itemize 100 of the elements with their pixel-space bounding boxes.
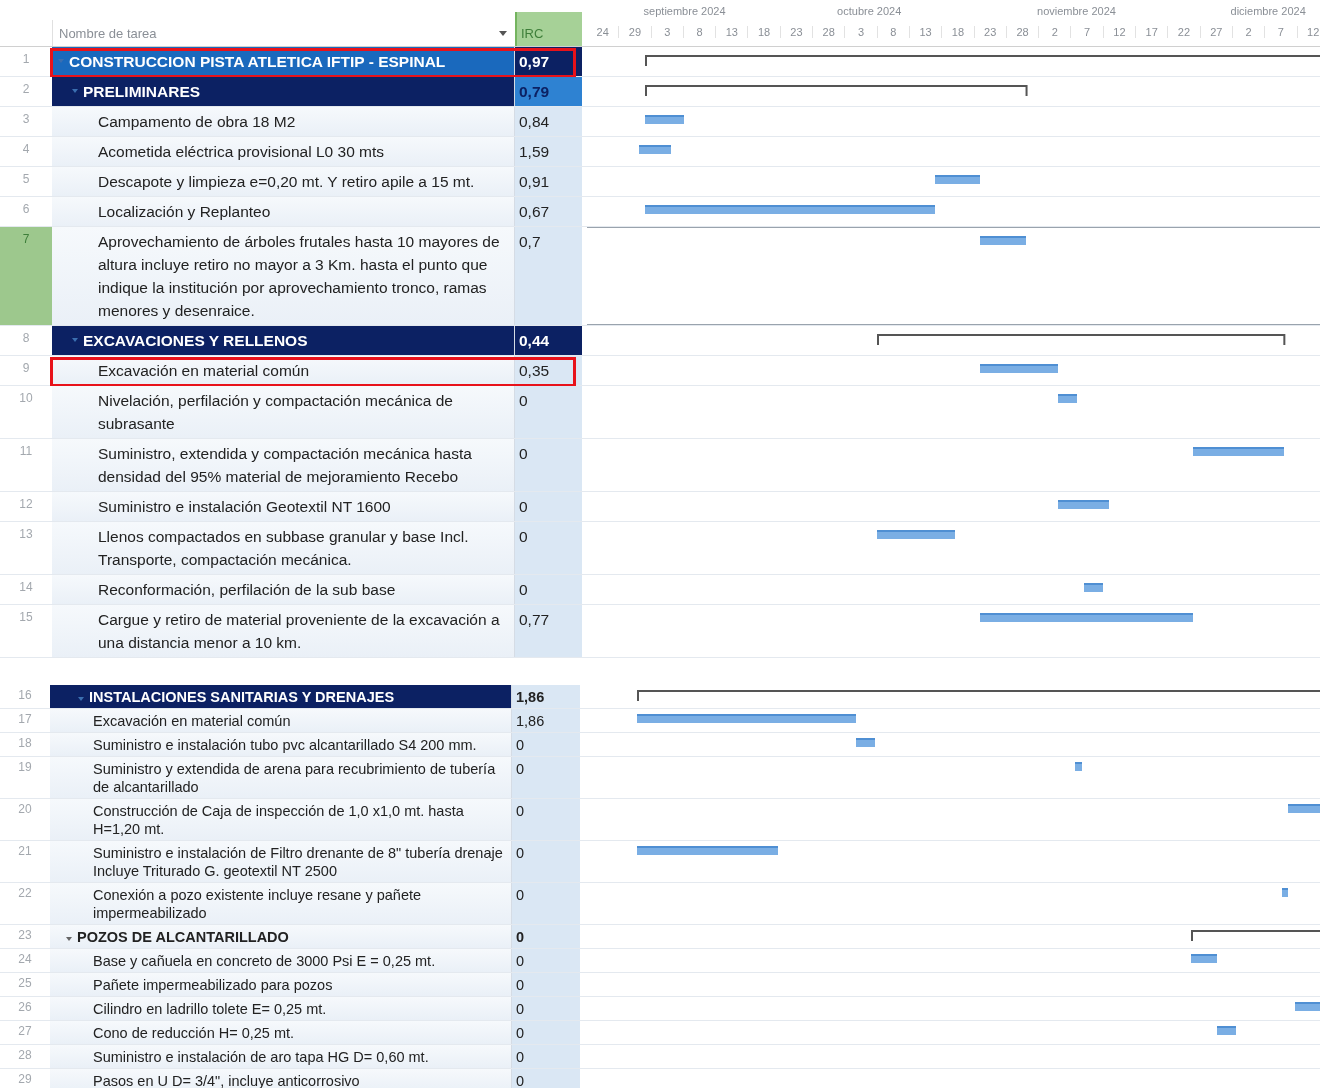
day-label: 24	[587, 26, 620, 38]
task-name: Suministro e instalación tubo pvc alcantarillado S4 200 mm.	[93, 736, 477, 754]
irc-value: 0,91	[515, 167, 582, 196]
irc-value: 1,86	[512, 685, 580, 708]
irc-value: 0	[512, 925, 580, 948]
irc-value: 0	[512, 841, 580, 882]
day-label: 18	[942, 26, 975, 38]
task-name: Descapote y limpieza e=0,20 mt. Y retiro apile a 15 mt.	[98, 172, 475, 192]
irc-value: 0	[512, 973, 580, 996]
irc-value: 0,44	[515, 326, 582, 355]
day-label: 27	[1200, 26, 1233, 38]
irc-value: 0	[515, 522, 582, 574]
irc-value: 0,79	[515, 77, 582, 106]
day-label: 29	[619, 26, 652, 38]
irc-value: 0,7	[515, 227, 582, 325]
task-name: Base y cañuela en concreto de 3000 Psi E = 0,25 mt.	[93, 952, 436, 970]
task-name: Acometida eléctrica provisional L0 30 mts	[98, 142, 385, 162]
day-label: 3	[845, 26, 878, 38]
task-name: Pañete impermeabilizado para pozos	[93, 976, 333, 994]
day-label: 22	[1168, 26, 1201, 38]
irc-value: 1,59	[515, 137, 582, 166]
task-name: Localización y Replanteo	[98, 202, 271, 222]
task-bar	[1217, 1026, 1237, 1035]
collapse-icon[interactable]	[72, 338, 78, 342]
month-label: octubre 2024	[837, 5, 902, 17]
task-name: Excavación en material común	[93, 712, 291, 730]
task-name: EXCAVACIONES Y RELLENOS	[83, 331, 308, 351]
day-label: 12	[1297, 26, 1320, 38]
task-name: Nivelación, perfilación y compactación mecánica de subrasante	[98, 391, 454, 434]
task-name: Cono de reducción H= 0,25 mt.	[93, 1024, 295, 1042]
irc-value: 0	[512, 949, 580, 972]
day-label: 18	[748, 26, 781, 38]
task-bar	[1075, 762, 1082, 771]
day-label: 2	[1232, 26, 1266, 38]
task-name: Llenos compactados en subbase granular y base Incl. Transporte, compactación mecánica.	[98, 527, 470, 570]
task-name: Conexión a pozo existente incluye resane y pañete impermeabilizado	[93, 886, 423, 922]
task-bar	[1057, 394, 1078, 403]
task-bar	[935, 175, 981, 184]
task-name: PRELIMINARES	[83, 82, 201, 102]
day-label: 3	[651, 26, 684, 38]
irc-value: 0	[515, 492, 582, 521]
irc-value: 0	[512, 757, 580, 798]
day-label: 12	[1103, 26, 1137, 38]
task-name: Construcción de Caja de inspección de 1,0 x1,0 mt. hasta H=1,20 mt.	[93, 802, 465, 838]
task-name: Cargue y retiro de material proveniente de la excavación a una distancia menor a 10 km.	[98, 610, 501, 653]
task-bar	[1083, 583, 1103, 592]
irc-value: 0	[515, 439, 582, 491]
irc-value: 0	[515, 386, 582, 438]
day-label: 28	[1006, 26, 1040, 38]
irc-value: 0	[512, 1021, 580, 1044]
irc-value: 0	[512, 883, 580, 924]
task-name: CONSTRUCCION PISTA ATLETICA IFTIP - ESPINAL	[69, 52, 446, 72]
day-label: 7	[1071, 26, 1104, 38]
task-bar	[1281, 888, 1289, 897]
task-bar	[1057, 500, 1110, 509]
irc-value: 0,67	[515, 197, 582, 226]
task-name: INSTALACIONES SANITARIAS Y DRENAJES	[89, 688, 395, 706]
collapse-icon[interactable]	[78, 697, 84, 701]
irc-value: 0,84	[515, 107, 582, 136]
task-name: Suministro e instalación Geotextil NT 1600	[98, 497, 391, 517]
day-label: 13	[909, 26, 943, 38]
row-number[interactable]: 7	[0, 227, 52, 325]
task-name: POZOS DE ALCANTARILLADO	[77, 928, 289, 946]
task-name: Suministro e instalación de aro tapa HG D= 0,60 mt.	[93, 1048, 429, 1066]
task-bar	[855, 738, 876, 747]
task-bar	[1191, 954, 1218, 963]
irc-value: 0	[512, 1069, 580, 1088]
irc-value: 0	[512, 1045, 580, 1068]
day-label: 8	[877, 26, 910, 38]
day-label: 7	[1265, 26, 1298, 38]
task-name: Excavación en material común	[98, 361, 310, 381]
task-name: Cilindro en ladrillo tolete E= 0,25 mt.	[93, 1000, 327, 1018]
month-label: diciembre 2024	[1230, 5, 1306, 17]
day-label: 13	[716, 26, 749, 38]
collapse-icon[interactable]	[72, 89, 78, 93]
collapse-icon[interactable]	[66, 937, 72, 941]
task-bar	[638, 145, 671, 154]
task-name: Suministro y extendida de arena para recubrimiento de tubería de alcantarillado	[93, 760, 497, 796]
day-label: 2	[1039, 26, 1072, 38]
irc-value: 0	[515, 575, 582, 604]
day-label: 23	[780, 26, 814, 38]
month-label: septiembre 2024	[643, 5, 726, 17]
task-name: Reconformación, perfilación de la sub base	[98, 580, 396, 600]
column-header[interactable]: IRC	[515, 12, 582, 46]
day-label: 23	[974, 26, 1007, 38]
task-name: Campamento de obra 18 M2	[98, 112, 296, 132]
day-label: 28	[813, 26, 846, 38]
task-name: Suministro e instalación de Filtro drenante de 8" tubería drenaje Incluye Triturado G. geotextil NT 2500	[93, 844, 504, 880]
irc-value: 0	[512, 799, 580, 840]
irc-value: 0,77	[515, 605, 582, 657]
task-bar	[645, 115, 684, 124]
day-label: 8	[683, 26, 717, 38]
task-name: Suministro, extendida y compactación mecánica hasta densidad del 95% material de mejoramiento Recebo	[98, 444, 473, 487]
irc-value: 0	[512, 997, 580, 1020]
irc-value: 1,86	[512, 709, 580, 732]
irc-value: 0	[512, 733, 580, 756]
day-label: 17	[1136, 26, 1169, 38]
dropdown-icon[interactable]	[499, 30, 507, 36]
task-bar	[980, 236, 1026, 245]
month-label: noviembre 2024	[1037, 5, 1116, 17]
